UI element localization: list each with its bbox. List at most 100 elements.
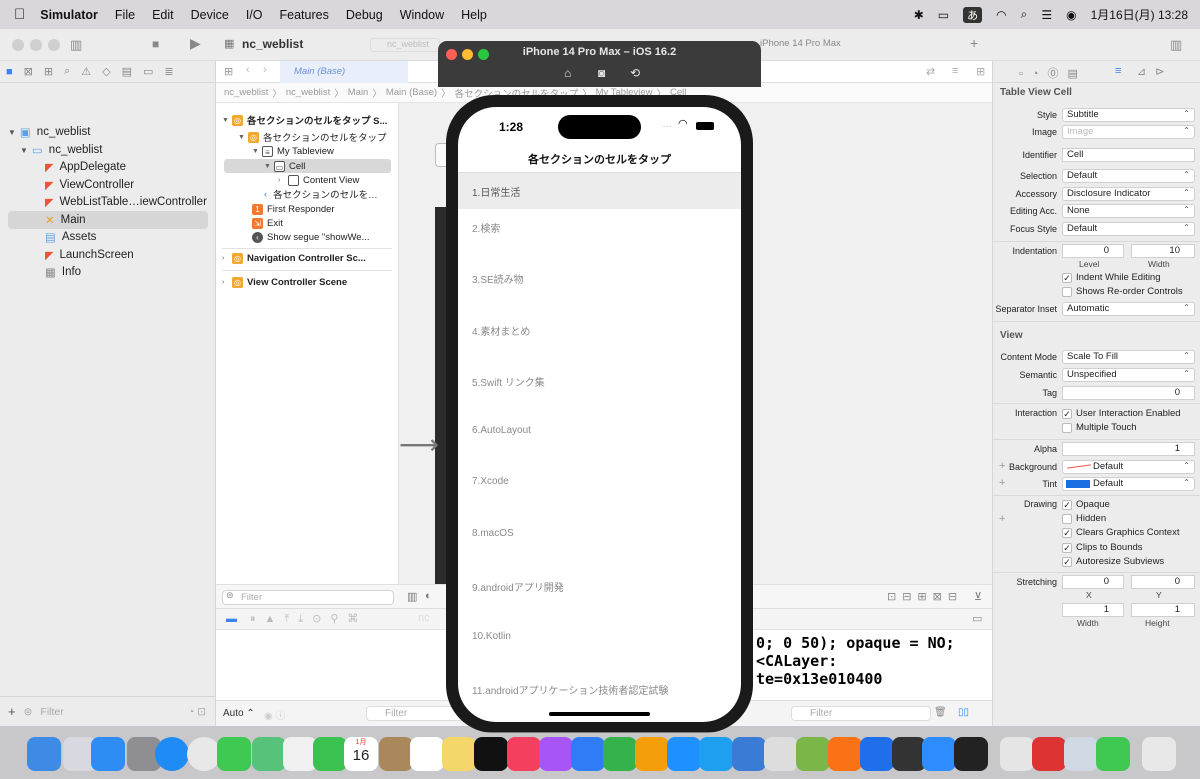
- symbol-tab-icon[interactable]: ⊞: [44, 65, 53, 78]
- multiple-touch-checkbox[interactable]: Multiple Touch: [1062, 422, 1137, 433]
- issue-tab-icon[interactable]: ⚠: [81, 65, 91, 78]
- input-method-badge[interactable]: あ: [963, 6, 983, 23]
- debug-tab-icon[interactable]: ▤: [122, 65, 132, 78]
- tab-device[interactable]: iPhone 14 Pro Max: [760, 38, 841, 49]
- alpha-stepper[interactable]: 1: [1062, 442, 1195, 456]
- stop-icon[interactable]: ■: [152, 37, 159, 51]
- outline-filter-input[interactable]: Filter: [222, 590, 394, 605]
- outline-first-responder[interactable]: 1 First Responder: [252, 202, 335, 216]
- bluetooth-icon[interactable]: ✱: [914, 8, 924, 22]
- github-desktop-icon[interactable]: [892, 737, 926, 771]
- finder-icon[interactable]: [27, 737, 61, 771]
- vscode-icon[interactable]: [860, 737, 894, 771]
- wifi-icon[interactable]: ◠: [996, 8, 1006, 22]
- outline-exit[interactable]: ⇲ Exit: [252, 216, 283, 230]
- sidebar-toggle-icon[interactable]: ▥: [70, 37, 82, 53]
- home-indicator[interactable]: [549, 712, 650, 716]
- outline-nav-scene[interactable]: › ◎ Navigation Controller Sc...: [222, 251, 366, 265]
- siri-icon[interactable]: ◉: [1066, 8, 1076, 22]
- input-method-icon[interactable]: [1032, 737, 1066, 771]
- report-tab-icon[interactable]: ≣: [164, 65, 173, 78]
- attributes-tab-icon[interactable]: ≡: [1115, 65, 1121, 77]
- group-folder[interactable]: ▼ ▭ nc_weblist: [20, 141, 220, 159]
- stretch-x-stepper[interactable]: 0: [1062, 575, 1124, 589]
- debug-controls-icon[interactable]: ⏸▲⤒⤓⊙⚲⌘: [250, 612, 367, 626]
- related-items-icon[interactable]: ⊞: [224, 65, 233, 78]
- add-variation-icon[interactable]: +: [999, 460, 1005, 472]
- pages-icon[interactable]: [635, 737, 669, 771]
- editor-icon[interactable]: [764, 737, 798, 771]
- menu-file[interactable]: File: [115, 8, 135, 22]
- inspector-toggle-icon[interactable]: ▥: [1170, 37, 1182, 53]
- tag-stepper[interactable]: 0: [1062, 386, 1195, 400]
- file-viewcontroller[interactable]: ◤ ViewController: [45, 176, 245, 194]
- menu-edit[interactable]: Edit: [152, 8, 174, 22]
- breadcrumb-item[interactable]: nc_weblist: [286, 87, 330, 98]
- stretch-height-stepper[interactable]: 1: [1131, 603, 1195, 617]
- back-icon[interactable]: ‹: [246, 64, 250, 76]
- messages-icon[interactable]: [217, 737, 251, 771]
- test-tab-icon[interactable]: ◇: [102, 65, 110, 78]
- breadcrumb-item[interactable]: nc_weblist: [224, 87, 268, 98]
- terminal-icon[interactable]: [954, 737, 988, 771]
- home-icon[interactable]: ⌂: [564, 66, 571, 80]
- menu-features[interactable]: Features: [280, 8, 329, 22]
- file-appdelegate[interactable]: ◤ AppDelegate: [45, 158, 245, 176]
- simulator-icon[interactable]: [732, 737, 766, 771]
- zoom-app-icon[interactable]: [922, 737, 956, 771]
- minimize-debug-icon[interactable]: ▭: [972, 612, 982, 625]
- menu-window[interactable]: Window: [400, 8, 444, 22]
- minimize-window-button[interactable]: [30, 39, 42, 51]
- outline-tableview[interactable]: ▼ ≡ My Tableview: [252, 144, 334, 158]
- identifier-field[interactable]: Cell: [1062, 148, 1195, 162]
- outline-vc-scene[interactable]: › ◎ View Controller Scene: [222, 275, 347, 289]
- style-popup[interactable]: Subtitle: [1062, 108, 1195, 122]
- spotlight-icon[interactable]: ⌕: [1021, 7, 1028, 22]
- variables-scope-select[interactable]: Auto ⌃: [223, 708, 255, 719]
- table-row[interactable]: 10.Kotlin: [458, 620, 741, 671]
- embed-icon[interactable]: ⊻: [974, 590, 982, 603]
- indent-while-editing-checkbox[interactable]: ✓ Indent While Editing: [1062, 272, 1161, 283]
- add-editor-icon[interactable]: ⊞: [976, 65, 985, 78]
- semantic-popup[interactable]: Unspecified: [1062, 368, 1195, 382]
- table-row[interactable]: 4.素材まとめ: [458, 312, 741, 363]
- outline-cell[interactable]: ▼ ▭ Cell: [224, 159, 391, 173]
- add-tab-icon[interactable]: +: [970, 35, 978, 51]
- device-screen[interactable]: 1:28 ···· ◠ 各セクションのセルをタップ 1.日常生活 2.検索 3.…: [458, 107, 741, 722]
- eye-icon[interactable]: ◉ ⓘ: [264, 707, 286, 722]
- apple-menu-icon[interactable]: : [14, 6, 25, 23]
- shows-reorder-checkbox[interactable]: Shows Re-order Controls: [1062, 286, 1183, 297]
- control-center-icon[interactable]: ☰: [1041, 8, 1052, 22]
- screenshot-icon[interactable]: ◙: [598, 66, 605, 80]
- breakpoints-toggle-icon[interactable]: ▬: [226, 613, 237, 625]
- add-icon[interactable]: +: [8, 704, 16, 719]
- mail-icon[interactable]: [91, 737, 125, 771]
- clips-to-bounds-checkbox[interactable]: ✓ Clips to Bounds: [1062, 542, 1143, 553]
- autoresize-subviews-checkbox[interactable]: ✓ Autoresize Subviews: [1062, 556, 1164, 567]
- forward-icon[interactable]: ›: [263, 64, 267, 76]
- app-store-icon[interactable]: [667, 737, 701, 771]
- outline-controller[interactable]: ▼ ◎ 各セクションのセルをタップ: [238, 130, 387, 144]
- selection-popup[interactable]: Default: [1062, 169, 1195, 183]
- rotate-icon[interactable]: ⟲: [630, 66, 640, 80]
- accessory-popup[interactable]: Disclosure Indicator: [1062, 187, 1195, 201]
- stretch-width-stepper[interactable]: 1: [1062, 603, 1124, 617]
- font-book-icon[interactable]: [1000, 737, 1034, 771]
- focus-style-popup[interactable]: Default: [1062, 222, 1195, 236]
- menu-app-name[interactable]: Simulator: [40, 8, 98, 22]
- console-filter-input[interactable]: Filter: [791, 706, 931, 721]
- hidden-checkbox[interactable]: Hidden: [1062, 513, 1106, 524]
- podcasts-icon[interactable]: [539, 737, 573, 771]
- numbers-icon[interactable]: [603, 737, 637, 771]
- calendar-icon[interactable]: 1月 16: [344, 737, 378, 771]
- layout-tools-icon[interactable]: ⊡⊟⊞⊠⊟: [887, 590, 963, 603]
- source-control-tab-icon[interactable]: ⊠: [24, 65, 33, 78]
- separator-inset-popup[interactable]: Automatic: [1062, 302, 1195, 316]
- file-main-storyboard[interactable]: ✕ Main: [8, 211, 208, 229]
- content-mode-popup[interactable]: Scale To Fill: [1062, 350, 1195, 364]
- stretch-y-stepper[interactable]: 0: [1131, 575, 1195, 589]
- table-row[interactable]: 5.Swift リンク集: [458, 363, 741, 414]
- user-interaction-checkbox[interactable]: ✓ User Interaction Enabled: [1062, 408, 1181, 419]
- menu-io[interactable]: I/O: [246, 8, 263, 22]
- recent-icon[interactable]: ◔ ⊡: [188, 706, 206, 718]
